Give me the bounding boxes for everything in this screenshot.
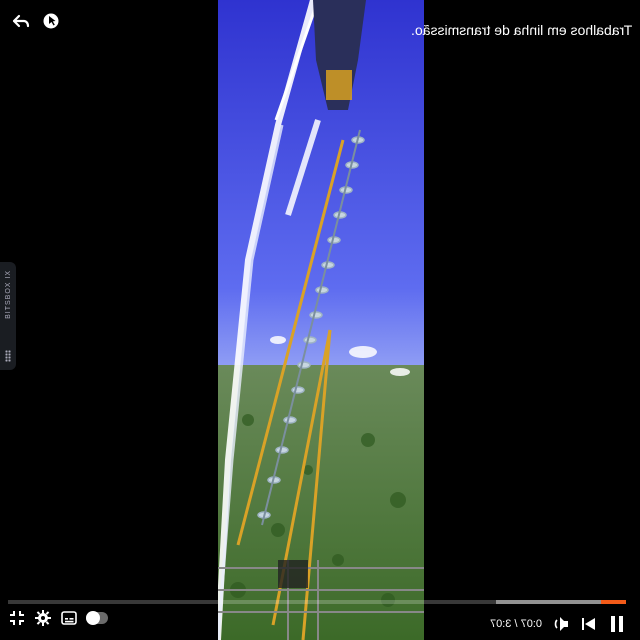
time-display: 0:07 / 3:07 <box>490 618 542 630</box>
controls-left <box>8 606 108 630</box>
toggle-knob <box>86 611 100 625</box>
progress-buffered <box>496 600 602 604</box>
controls-right: 0:07 / 3:07 <box>490 612 626 636</box>
progress-played <box>601 600 626 604</box>
progress-bar[interactable] <box>8 600 626 604</box>
video-player[interactable]: Trabalhos em linha de transmissão. BITSB… <box>0 0 640 640</box>
autoplay-toggle[interactable] <box>86 611 108 625</box>
pause-icon[interactable] <box>608 615 626 633</box>
cursor-circle-icon[interactable] <box>40 10 62 32</box>
video-content <box>218 0 424 640</box>
video-title: Trabalhos em linha de transmissão. <box>410 22 632 38</box>
gear-icon[interactable] <box>34 609 52 627</box>
side-tab-label: BITSBOX IX <box>4 270 12 319</box>
volume-icon[interactable] <box>552 615 570 633</box>
video-frame[interactable] <box>218 0 424 640</box>
skip-next-icon[interactable] <box>580 615 598 633</box>
side-panel-tab[interactable]: BITSBOX IX <box>0 262 16 370</box>
undo-arrow-icon[interactable] <box>10 10 32 32</box>
subtitles-icon[interactable] <box>60 609 78 627</box>
top-icons <box>10 10 62 32</box>
grip-icon <box>5 350 11 362</box>
fullscreen-exit-icon[interactable] <box>8 609 26 627</box>
